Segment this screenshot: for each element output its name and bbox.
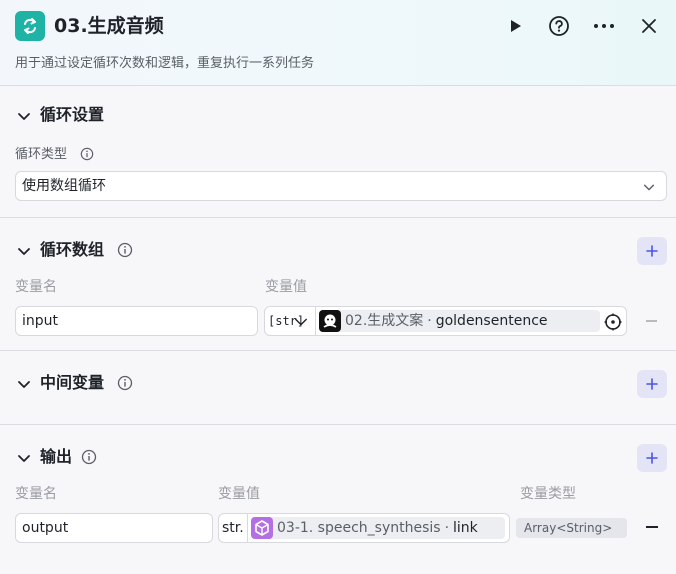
remove-row-button[interactable] [646, 320, 657, 322]
more-icon[interactable] [592, 14, 616, 38]
bot-icon [319, 310, 341, 332]
ref-separator: · [427, 313, 432, 329]
chevron-down-icon[interactable] [16, 450, 32, 466]
section-title-loop-settings: 循环设置 [40, 105, 105, 124]
info-icon[interactable] [117, 242, 133, 258]
chevron-down-icon[interactable] [16, 108, 32, 124]
ref-field-name: goldensentence [435, 313, 548, 329]
loop-type-value: 使用数组循环 [22, 178, 106, 194]
variable-type-badge: Array<String> [516, 518, 627, 538]
chevron-down-icon[interactable] [16, 376, 32, 392]
column-header-name: 变量名 [15, 486, 57, 502]
output-name-input[interactable]: output [15, 513, 213, 543]
node-title[interactable]: 03.生成音频 [54, 11, 164, 41]
node-header: 03.生成音频 用于通过设定循环次数和逻辑，重复执行一系列任务 [0, 0, 676, 86]
ref-node-name: 02.生成文案 [345, 313, 424, 329]
loop-type-select[interactable]: 使用数组循环 [15, 171, 667, 201]
plugin-icon [251, 517, 273, 539]
ref-field-name: link [453, 520, 478, 536]
ref-node-name: 03-1. speech_synthesis [277, 520, 441, 536]
info-icon[interactable] [81, 449, 97, 465]
column-header-value: 变量值 [218, 486, 260, 502]
plus-icon [646, 452, 658, 464]
loop-array-name-input[interactable]: input [15, 306, 258, 336]
section-title-intermediate: 中间变量 [40, 373, 105, 392]
divider [0, 217, 676, 218]
variable-reference-chip[interactable]: 03-1. speech_synthesis · link [251, 517, 505, 539]
output-value-field[interactable]: str. 03-1. speech_synthesis · link [218, 513, 510, 543]
node-description: 用于通过设定循环次数和逻辑，重复执行一系列任务 [15, 56, 315, 71]
ref-separator: · [444, 520, 450, 536]
chevron-down-icon[interactable] [16, 243, 32, 259]
section-title-loop-array: 循环数组 [40, 240, 105, 259]
loop-icon [15, 11, 45, 41]
section-title-output: 输出 [40, 447, 73, 466]
divider [0, 424, 676, 425]
column-header-name: 变量名 [15, 279, 57, 295]
remove-row-button[interactable] [646, 526, 658, 528]
type-tag: str. [222, 520, 244, 536]
target-icon[interactable] [604, 313, 622, 331]
divider [315, 307, 316, 335]
divider [0, 350, 676, 351]
chevron-down-icon[interactable] [294, 315, 308, 329]
add-intermediate-button[interactable] [637, 370, 667, 398]
divider [247, 514, 248, 542]
chevron-down-icon [643, 184, 655, 191]
variable-reference-chip[interactable]: 02.生成文案 · goldensentence [319, 310, 600, 332]
help-circle-icon[interactable] [547, 14, 571, 38]
loop-array-value-field[interactable]: [str] 02.生成文案 · goldensentence [264, 306, 627, 336]
loop-type-label: 循环类型 [15, 147, 68, 162]
close-icon[interactable] [637, 14, 661, 38]
info-icon[interactable] [117, 375, 133, 391]
info-icon[interactable] [80, 147, 94, 161]
add-loop-array-button[interactable] [637, 237, 667, 265]
add-output-button[interactable] [637, 444, 667, 472]
plus-icon [646, 378, 658, 390]
play-icon[interactable] [503, 14, 527, 38]
plus-icon [646, 245, 658, 257]
column-header-value: 变量值 [265, 279, 307, 295]
column-header-type: 变量类型 [520, 486, 576, 502]
